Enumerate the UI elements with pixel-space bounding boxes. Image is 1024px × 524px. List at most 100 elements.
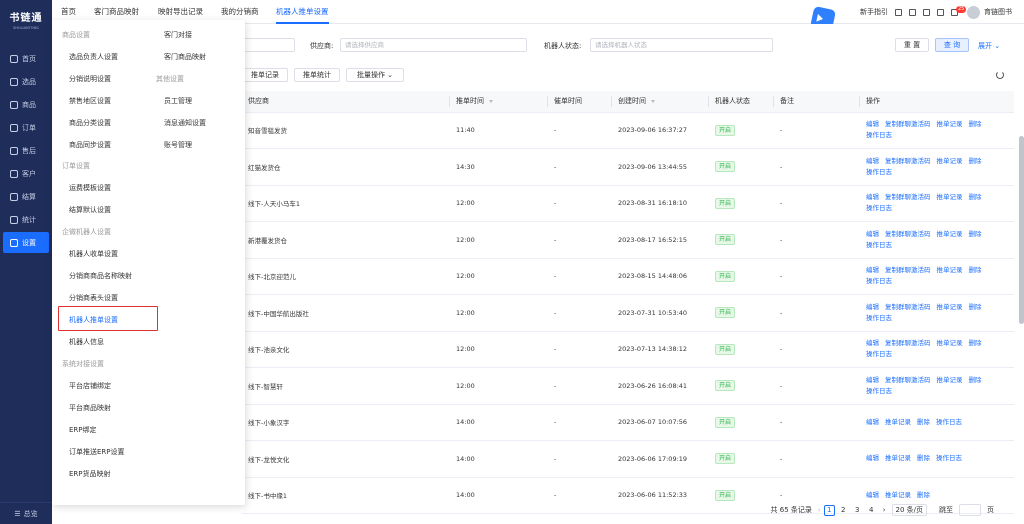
operation-link[interactable]: 编辑 [866,375,879,386]
operation-link[interactable]: 操作日志 [866,203,892,214]
sidebar-item-products[interactable]: 商品 [3,94,49,115]
menu-item-platform-shop[interactable]: 平台店铺绑定 [69,381,111,391]
menu-item-notifications[interactable]: 消息通知设置 [164,118,206,128]
operation-link[interactable]: 删除 [969,338,982,349]
jump-input[interactable] [959,504,981,516]
operation-link[interactable]: 推单记录 [937,119,963,130]
sidebar-item-settlement[interactable]: 结算 [3,186,49,207]
operation-link[interactable]: 推单记录 [885,490,911,501]
operation-link[interactable]: 编辑 [866,338,879,349]
expand-link[interactable]: 展开 ⌄ [978,41,1000,51]
operation-link[interactable]: 推单记录 [937,302,963,313]
menu-item-robot-receive[interactable]: 机器人收单设置 [69,249,118,259]
next-page-icon[interactable]: › [883,506,886,514]
message-icon[interactable] [937,8,944,16]
batch-operation-button[interactable]: 批量操作 ⌄ [346,68,404,82]
operation-link[interactable]: 操作日志 [866,313,892,324]
menu-item-distributor-header[interactable]: 分销商表头设置 [69,293,118,303]
operation-link[interactable]: 推单记录 [885,453,911,464]
menu-item-banned-regions[interactable]: 禁售地区设置 [69,96,111,106]
operation-link[interactable]: 操作日志 [866,167,892,178]
operation-link[interactable]: 推单记录 [937,265,963,276]
operation-link[interactable]: 删除 [969,119,982,130]
menu-item-selection-owner[interactable]: 选品负责人设置 [69,52,118,62]
operation-link[interactable]: 删除 [969,156,982,167]
prev-page-icon[interactable]: ‹ [818,506,821,514]
operation-link[interactable]: 复制群聊激活码 [885,229,931,240]
refresh-icon[interactable] [996,71,1004,79]
operation-link[interactable]: 编辑 [866,417,879,428]
column-header[interactable]: 推单时间 [450,91,548,113]
sidebar-item-home[interactable]: 首页 [3,48,49,69]
menu-item-store-product-map[interactable]: 客门商品映射 [164,52,206,62]
operation-link[interactable]: 操作日志 [866,386,892,397]
operation-link[interactable]: 推单记录 [937,338,963,349]
operation-link[interactable]: 推单记录 [937,375,963,386]
operation-link[interactable]: 复制群聊激活码 [885,192,931,203]
robot-status-select[interactable]: 请选择机器人状态 [590,38,773,52]
guide-link[interactable]: 新手指引 [860,7,888,17]
operation-link[interactable]: 操作日志 [866,240,892,251]
notification-icon[interactable]: 25 [951,5,967,16]
operation-link[interactable]: 编辑 [866,119,879,130]
menu-item-settlement-default[interactable]: 结算默认设置 [69,205,111,215]
collapse-button[interactable]: ☰ 总览 [0,502,52,524]
push-stats-button[interactable]: 推单统计 [294,68,340,82]
operation-link[interactable]: 编辑 [866,302,879,313]
operation-link[interactable]: 删除 [917,417,930,428]
download-icon[interactable] [895,8,902,16]
operation-link[interactable]: 复制群聊激活码 [885,302,931,313]
sidebar-item-statistics[interactable]: 统计 [3,209,49,230]
menu-item-shipping-template[interactable]: 运费模板设置 [69,183,111,193]
operation-link[interactable]: 删除 [917,490,930,501]
column-header[interactable]: 创建时间 [612,91,709,113]
menu-item-platform-product-map[interactable]: 平台商品映射 [69,403,111,413]
sidebar-item-orders[interactable]: 订单 [3,117,49,138]
operation-link[interactable]: 删除 [969,265,982,276]
operation-link[interactable]: 复制群聊激活码 [885,338,931,349]
operation-link[interactable]: 删除 [917,453,930,464]
operation-link[interactable]: 编辑 [866,453,879,464]
menu-item-distributor-name-map[interactable]: 分销商商品名称映射 [69,271,132,281]
operation-link[interactable]: 删除 [969,192,982,203]
operation-link[interactable]: 推单记录 [885,417,911,428]
user-name[interactable]: 育链图书 [984,7,1012,17]
sort-icon[interactable] [489,100,493,104]
page-size-select[interactable]: 20 条/页 [891,504,927,516]
operation-link[interactable]: 删除 [969,302,982,313]
operation-link[interactable]: 删除 [969,375,982,386]
reset-button[interactable]: 重 置 [895,38,929,52]
diamond-icon[interactable] [909,8,916,16]
avatar[interactable] [967,5,980,19]
operation-link[interactable]: 复制群聊激活码 [885,265,931,276]
operation-link[interactable]: 复制群聊激活码 [885,119,931,130]
operation-link[interactable]: 编辑 [866,156,879,167]
menu-item-distribution-desc[interactable]: 分销说明设置 [69,74,111,84]
menu-item-robot-info[interactable]: 机器人信息 [69,337,104,347]
operation-link[interactable]: 操作日志 [866,276,892,287]
page-2[interactable]: 2 [838,505,849,516]
sidebar-item-selection[interactable]: 选品 [3,71,49,92]
first-filter-input[interactable] [242,38,295,52]
scrollbar[interactable] [1019,136,1024,324]
page-4[interactable]: 4 [866,505,877,516]
operation-link[interactable]: 复制群聊激活码 [885,156,931,167]
operation-link[interactable]: 删除 [969,229,982,240]
operation-link[interactable]: 操作日志 [936,453,962,464]
query-button[interactable]: 查 询 [935,38,969,52]
operation-link[interactable]: 操作日志 [866,130,892,141]
menu-item-erp-goods-map[interactable]: ERP货品映射 [69,469,111,479]
operation-link[interactable]: 推单记录 [937,156,963,167]
sidebar-item-settings[interactable]: 设置 [3,232,49,253]
operation-link[interactable]: 复制群聊激活码 [885,375,931,386]
menu-item-order-erp-push[interactable]: 订单推送ERP设置 [69,447,125,457]
supplier-select[interactable]: 请选择供应商 [340,38,527,52]
page-3[interactable]: 3 [852,505,863,516]
operation-link[interactable]: 编辑 [866,490,879,501]
sidebar-item-aftersale[interactable]: 售后 [3,140,49,161]
menu-item-account[interactable]: 账号管理 [164,140,192,150]
push-log-button[interactable]: 推单记录 [242,68,288,82]
operation-link[interactable]: 操作日志 [936,417,962,428]
operation-link[interactable]: 推单记录 [937,192,963,203]
help-icon[interactable] [923,8,930,16]
